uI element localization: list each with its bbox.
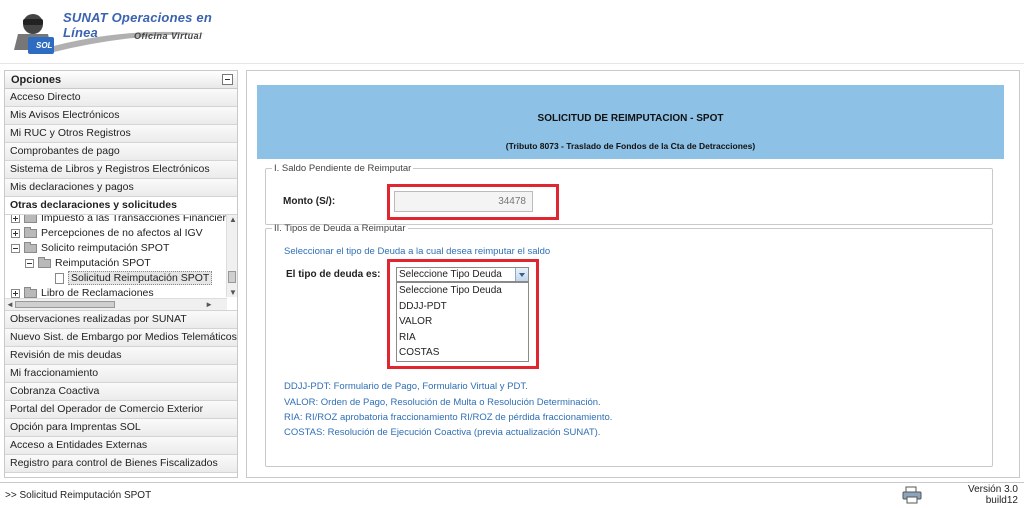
scroll-up-icon[interactable]: ▲	[229, 215, 237, 224]
collapse-tree-icon[interactable]	[25, 258, 34, 268]
monto-label: Monto (S/):	[283, 196, 336, 207]
tree-node-solicitud-reimputacion[interactable]: Solicitud Reimputación SPOT	[55, 271, 213, 286]
help-ddjj-pdt: DDJJ-PDT: Formulario de Pago, Formulario…	[284, 381, 528, 392]
tree-label: Solicito reimputación SPOT	[41, 242, 170, 254]
build-number: build12	[985, 495, 1018, 506]
sidebar-item-acceso-directo[interactable]: Acceso Directo	[5, 89, 237, 107]
document-icon	[55, 272, 64, 284]
tree-node-itf[interactable]: Impuesto a las Transacciones Financieras…	[11, 215, 237, 226]
tipo-deuda-label: El tipo de deuda es:	[286, 269, 381, 280]
help-costas: COSTAS: Resolución de Ejecución Coactiva…	[284, 427, 601, 438]
scroll-down-icon[interactable]: ▼	[229, 288, 237, 297]
page-title: SOLICITUD DE REIMPUTACION - SPOT	[537, 113, 724, 124]
sidebar-header: Opciones	[5, 71, 237, 89]
form-banner: SOLICITUD DE REIMPUTACION - SPOT (Tribut…	[257, 85, 1004, 159]
tree-horizontal-scrollbar[interactable]: ◄ ►	[5, 298, 227, 310]
folder-icon	[24, 286, 37, 298]
sidebar-item-imprentas[interactable]: Opción para Imprentas SOL	[5, 419, 237, 437]
breadcrumb: >> Solicitud Reimputación SPOT	[5, 490, 152, 501]
sidebar-item-revision-deudas[interactable]: Revisión de mis deudas	[5, 347, 237, 365]
sidebar-item-otras-declaraciones[interactable]: Otras declaraciones y solicitudes	[5, 197, 237, 215]
expand-icon[interactable]	[11, 228, 20, 238]
folder-icon	[24, 226, 37, 238]
sidebar-title: Opciones	[11, 74, 62, 86]
tipo-deuda-select[interactable]: Seleccione Tipo Deuda	[396, 267, 529, 282]
help-ria: RIA: RI/ROZ aprobatoria fraccionamiento …	[284, 412, 613, 423]
tree-label: Percepciones de no afectos al IGV	[41, 227, 203, 239]
option-valor[interactable]: VALOR	[397, 314, 528, 330]
status-bar: >> Solicitud Reimputación SPOT Versión 3…	[0, 482, 1024, 508]
tree-node-percepciones[interactable]: Percepciones de no afectos al IGV	[11, 226, 203, 241]
sidebar-item-declaraciones[interactable]: Mis declaraciones y pagos	[5, 179, 237, 197]
sidebar-item-embargo[interactable]: Nuevo Sist. de Embargo por Medios Telemá…	[5, 329, 237, 347]
main-panel: SOLICITUD DE REIMPUTACION - SPOT (Tribut…	[246, 70, 1020, 478]
sidebar-item-comprobantes[interactable]: Comprobantes de pago	[5, 143, 237, 161]
header: SUNAT Operaciones en Línea Oficina Virtu…	[0, 0, 1024, 64]
option-ria[interactable]: RIA	[397, 330, 528, 346]
folder-icon	[24, 241, 37, 253]
sidebar-item-avisos[interactable]: Mis Avisos Electrónicos	[5, 107, 237, 125]
tree-node-reimputacion-spot[interactable]: Reimputación SPOT	[25, 256, 151, 271]
printer-icon[interactable]	[902, 486, 922, 504]
folder-icon	[24, 215, 37, 223]
section-tipos-legend: II. Tipos de Deuda a Reimputar	[274, 223, 406, 234]
tree-label-selected: Solicitud Reimputación SPOT	[68, 271, 213, 285]
monto-input[interactable]	[394, 191, 533, 212]
sidebar-item-entidades-externas[interactable]: Acceso a Entidades Externas	[5, 437, 237, 455]
version-info: Versión 3.0 build12	[968, 484, 1018, 506]
sunat-logo[interactable]: SUNAT Operaciones en Línea Oficina Virtu…	[6, 4, 246, 60]
version-number: Versión 3.0	[967, 484, 1018, 495]
section-saldo: I. Saldo Pendiente de Reimputar	[265, 163, 993, 225]
scroll-thumb[interactable]	[15, 301, 115, 308]
option-seleccione[interactable]: Seleccione Tipo Deuda	[397, 283, 528, 299]
sidebar-item-comercio-exterior[interactable]: Portal del Operador de Comercio Exterior	[5, 401, 237, 419]
scroll-left-icon[interactable]: ◄	[6, 300, 14, 309]
logo-text: SOL	[36, 41, 53, 50]
option-costas[interactable]: COSTAS	[397, 345, 528, 361]
collapse-tree-icon[interactable]	[11, 243, 20, 253]
help-valor: VALOR: Orden de Pago, Resolución de Mult…	[284, 397, 601, 408]
folder-icon	[38, 256, 51, 268]
sidebar-item-cobranza[interactable]: Cobranza Coactiva	[5, 383, 237, 401]
brand-subtitle: Oficina Virtual	[134, 31, 203, 41]
tipo-deuda-options: Seleccione Tipo Deuda DDJJ-PDT VALOR RIA…	[396, 282, 529, 362]
sidebar-item-observaciones[interactable]: Observaciones realizadas por SUNAT	[5, 311, 237, 329]
scroll-thumb[interactable]	[228, 271, 236, 283]
expand-icon[interactable]	[11, 288, 20, 298]
tree-label: Reimputación SPOT	[55, 257, 151, 269]
collapse-icon[interactable]	[222, 74, 233, 85]
section-saldo-legend: I. Saldo Pendiente de Reimputar	[274, 163, 412, 174]
sidebar: Opciones Acceso Directo Mis Avisos Elect…	[4, 70, 238, 478]
tree-label: Impuesto a las Transacciones Financieras…	[41, 215, 237, 224]
tree-node-solicito-reimputacion[interactable]: Solicito reimputación SPOT	[11, 241, 169, 256]
select-value: Seleccione Tipo Deuda	[399, 269, 502, 280]
sidebar-item-ruc[interactable]: Mi RUC y Otros Registros	[5, 125, 237, 143]
page-subtitle: (Tributo 8073 - Traslado de Fondos de la…	[505, 141, 756, 151]
tree-vertical-scrollbar[interactable]: ▲ ▼	[226, 215, 237, 297]
sidebar-tree: Impuesto a las Transacciones Financieras…	[5, 215, 237, 311]
sidebar-item-bienes-fiscalizados[interactable]: Registro para control de Bienes Fiscaliz…	[5, 455, 237, 473]
sidebar-item-libros[interactable]: Sistema de Libros y Registros Electrónic…	[5, 161, 237, 179]
section-instruction: Seleccionar el tipo de Deuda a la cual d…	[284, 246, 551, 257]
expand-icon[interactable]	[11, 215, 20, 223]
chevron-down-icon[interactable]	[515, 268, 528, 281]
scroll-right-icon[interactable]: ►	[205, 300, 213, 309]
option-ddjj-pdt[interactable]: DDJJ-PDT	[397, 299, 528, 315]
sidebar-item-fraccionamiento[interactable]: Mi fraccionamiento	[5, 365, 237, 383]
